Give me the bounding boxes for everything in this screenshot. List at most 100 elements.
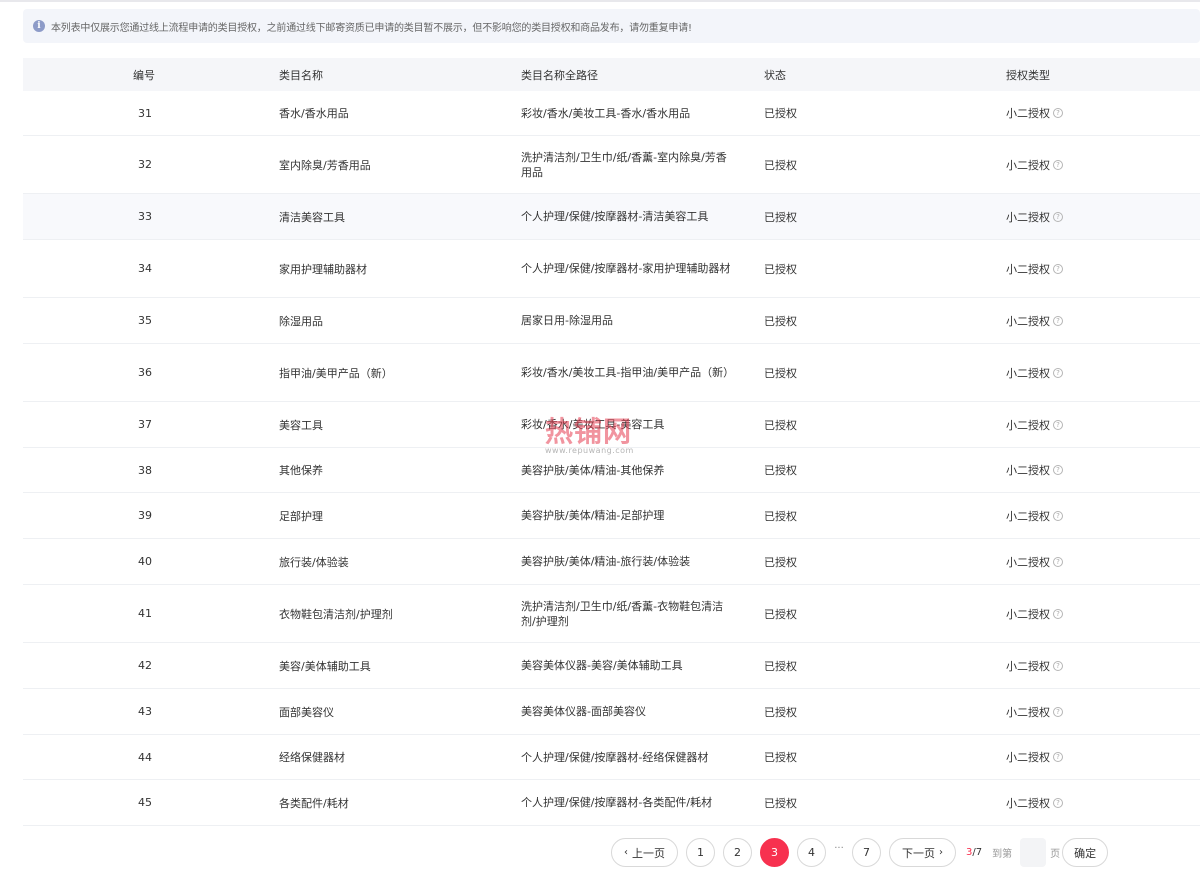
cell-name: 面部美容仪 — [279, 705, 334, 719]
cell-status: 已授权 — [764, 705, 797, 719]
cell-path: 洗护清洁剂/卫生巾/纸/香薰-室内除臭/芳香用品 — [521, 150, 727, 179]
cell-name: 家用护理辅助器材 — [279, 262, 367, 276]
confirm-goto-button[interactable]: 确定 — [1062, 838, 1109, 867]
page-button-2[interactable]: 2 — [723, 838, 752, 867]
cell-status: 已授权 — [764, 210, 797, 224]
top-divider — [0, 0, 1200, 2]
next-page-button[interactable]: 下一页 › — [889, 838, 956, 867]
page-button-last[interactable]: 7 — [852, 838, 881, 867]
header-path: 类目名称全路径 — [521, 68, 598, 82]
auth-type-label: 小二授权 — [1006, 659, 1050, 673]
cell-path: 洗护清洁剂/卫生巾/纸/香薰-衣物鞋包清洁剂/护理剂 — [521, 599, 724, 628]
auth-type-label: 小二授权 — [1006, 555, 1050, 569]
cell-status: 已授权 — [764, 107, 797, 120]
chevron-left-icon: ‹ — [624, 847, 628, 858]
auth-type-label: 小二授权 — [1006, 796, 1050, 810]
help-question-icon[interactable]: ? — [1053, 660, 1063, 671]
cell-auth-type: 小二授权? — [1006, 105, 1200, 121]
table-row: 41 衣物鞋包清洁剂/护理剂 洗护清洁剂/卫生巾/纸/香薰-衣物鞋包清洁剂/护理剂 已… — [23, 585, 1200, 643]
cell-id: 40 — [138, 555, 152, 568]
cell-path: 美容美体仪器-美容/美体辅助工具 — [521, 659, 683, 672]
cell-id: 33 — [138, 210, 152, 223]
help-question-icon[interactable]: ? — [1053, 263, 1063, 274]
table-row: 44 经络保健器材 个人护理/保健/按摩器材-经络保健器材 已授权 小二授权? — [23, 735, 1200, 780]
cell-auth-type: 小二授权? — [1006, 554, 1200, 570]
help-question-icon[interactable]: ? — [1053, 752, 1063, 762]
cell-id: 44 — [138, 750, 152, 764]
cell-auth-type: 小二授权? — [1006, 508, 1200, 524]
info-icon: i — [33, 20, 45, 32]
cell-auth-type: 小二授权? — [1006, 462, 1200, 478]
help-question-icon[interactable]: ? — [1053, 706, 1063, 717]
help-question-icon[interactable]: ? — [1053, 797, 1063, 808]
cell-status: 已授权 — [764, 418, 797, 432]
auth-type-label: 小二授权 — [1006, 314, 1050, 328]
cell-auth-type: 小二授权? — [1006, 209, 1200, 225]
table-row: 35 除湿用品 居家日用-除湿用品 已授权 小二授权? — [23, 298, 1200, 344]
pagination-ellipsis: ··· — [834, 843, 844, 854]
table-row: 40 旅行装/体验装 美容护肤/美体/精油-旅行装/体验装 已授权 小二授权? — [23, 539, 1200, 585]
cell-name: 旅行装/体验装 — [279, 555, 349, 569]
cell-name: 香水/香水用品 — [279, 107, 349, 120]
cell-id: 35 — [138, 314, 152, 327]
cell-id: 31 — [138, 106, 152, 120]
cell-auth-type: 小二授权? — [1006, 365, 1200, 381]
help-question-icon[interactable]: ? — [1053, 159, 1063, 170]
page-indicator: 3/7 — [966, 847, 982, 858]
help-question-icon[interactable]: ? — [1053, 556, 1063, 567]
next-page-label: 下一页 — [902, 846, 935, 860]
goto-page-input[interactable] — [1020, 838, 1047, 867]
help-question-icon[interactable]: ? — [1053, 315, 1063, 326]
chevron-right-icon: › — [939, 847, 943, 858]
notice-banner: i 本列表中仅展示您通过线上流程申请的类目授权，之前通过线下邮寄资质已申请的类目… — [23, 9, 1200, 43]
help-question-icon[interactable]: ? — [1053, 108, 1063, 118]
cell-id: 45 — [138, 796, 152, 809]
help-question-icon[interactable]: ? — [1053, 367, 1063, 378]
goto-label: 到第 — [992, 849, 1013, 860]
cell-id: 39 — [138, 509, 152, 522]
auth-type-label: 小二授权 — [1006, 607, 1050, 621]
cell-path: 个人护理/保健/按摩器材-家用护理辅助器材 — [521, 262, 731, 275]
auth-type-label: 小二授权 — [1006, 210, 1050, 224]
prev-page-button[interactable]: ‹ 上一页 — [611, 838, 678, 867]
help-question-icon[interactable]: ? — [1053, 465, 1063, 475]
header-auth-type: 授权类型 — [1006, 68, 1050, 82]
table-body: 31 香水/香水用品 彩妆/香水/美妆工具-香水/香水用品 已授权 小二授权? 32 室内除… — [23, 91, 1200, 826]
table-row: 38 其他保养 美容护肤/美体/精油-其他保养 已授权 小二授权? — [23, 448, 1200, 493]
cell-path: 个人护理/保健/按摩器材-各类配件/耗材 — [521, 796, 713, 809]
cell-id: 37 — [138, 418, 152, 431]
page-indicator-total: /7 — [972, 847, 983, 858]
cell-id: 43 — [138, 705, 152, 718]
table-row: 36 指甲油/美甲产品（新） 彩妆/香水/美妆工具-指甲油/美甲产品（新） 已授权 小二… — [23, 344, 1200, 402]
cell-status: 已授权 — [764, 659, 797, 673]
cell-path: 居家日用-除湿用品 — [521, 314, 613, 327]
cell-auth-type: 小二授权? — [1006, 749, 1200, 765]
table-row: 33 清洁美容工具 个人护理/保健/按摩器材-清洁美容工具 已授权 小二授权? — [23, 194, 1200, 240]
page-button-1[interactable]: 1 — [686, 838, 715, 867]
page-button-4[interactable]: 4 — [797, 838, 826, 867]
cell-auth-type: 小二授权? — [1006, 795, 1200, 811]
cell-id: 36 — [138, 366, 152, 379]
cell-name: 衣物鞋包清洁剂/护理剂 — [279, 607, 393, 621]
help-question-icon[interactable]: ? — [1053, 608, 1063, 619]
help-question-icon[interactable]: ? — [1053, 419, 1063, 430]
cell-path: 个人护理/保健/按摩器材-清洁美容工具 — [521, 210, 709, 223]
table-row: 34 家用护理辅助器材 个人护理/保健/按摩器材-家用护理辅助器材 已授权 小二授权? — [23, 240, 1200, 298]
prev-page-label: 上一页 — [632, 846, 665, 860]
cell-status: 已授权 — [764, 158, 797, 172]
cell-auth-type: 小二授权? — [1006, 658, 1200, 674]
cell-id: 42 — [138, 659, 152, 672]
cell-name: 经络保健器材 — [279, 751, 345, 764]
help-question-icon[interactable]: ? — [1053, 510, 1063, 521]
cell-status: 已授权 — [764, 555, 797, 569]
cell-name: 除湿用品 — [279, 314, 323, 328]
page-button-3-current[interactable]: 3 — [760, 838, 789, 867]
cell-id: 32 — [138, 158, 152, 171]
cell-auth-type: 小二授权? — [1006, 606, 1200, 622]
cell-status: 已授权 — [764, 262, 797, 276]
pagination: ‹ 上一页 1 2 3 4 ··· 7 下一页 › 3/7 到第 页 确定 — [611, 838, 1109, 867]
table-row: 45 各类配件/耗材 个人护理/保健/按摩器材-各类配件/耗材 已授权 小二授权? — [23, 780, 1200, 826]
header-id: 编号 — [133, 68, 155, 82]
help-question-icon[interactable]: ? — [1053, 211, 1063, 222]
auth-type-label: 小二授权 — [1006, 418, 1050, 432]
